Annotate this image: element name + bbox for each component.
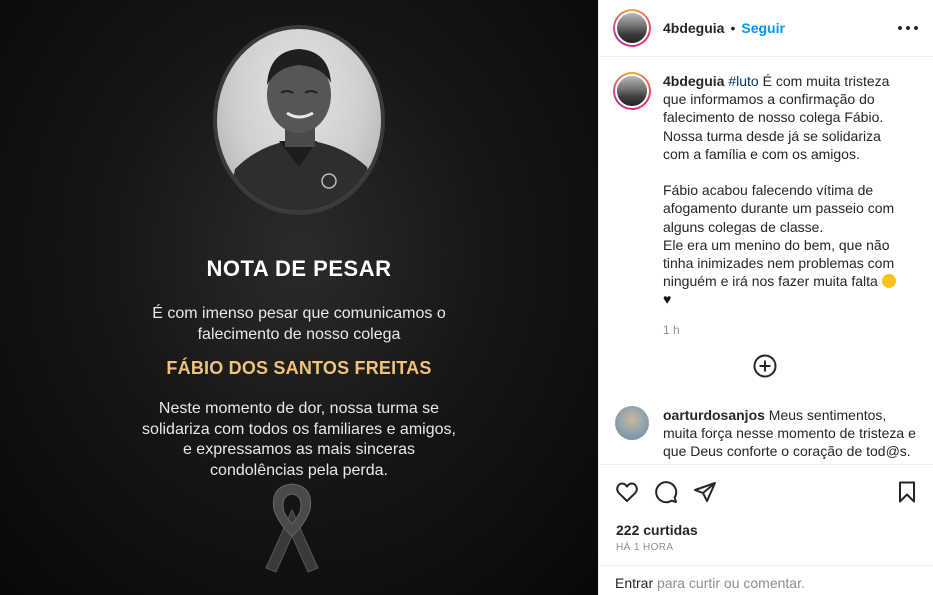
portrait-photo [213, 25, 385, 215]
heart-icon[interactable] [615, 480, 639, 504]
deceased-name: FÁBIO DOS SANTOS FREITAS [166, 358, 432, 378]
post-image[interactable]: NOTA DE PESAR É com imenso pesar que com… [0, 0, 598, 595]
hashtag-link[interactable]: #luto [728, 73, 758, 89]
sad-face-emoji-icon [881, 274, 896, 289]
post-dialog: NOTA DE PESAR É com imenso pesar que com… [0, 0, 933, 595]
separator-dot: • [730, 20, 736, 36]
note-paragraph-1: É com imenso pesar que comunicamos o fal… [152, 305, 446, 343]
black-ribbon-icon [265, 483, 319, 573]
comment-body: oarturdosanjos Meus sentimentos, muita f… [663, 406, 923, 461]
note-paragraph-2: Neste momento de dor, nossa turma se sol… [142, 400, 456, 479]
caption-body: 4bdeguia #luto É com muita tristeza que … [663, 72, 908, 339]
comments-section[interactable]: 4bdeguia #luto É com muita tristeza que … [599, 58, 933, 463]
commenter-avatar[interactable] [615, 406, 649, 440]
note-title: NOTA DE PESAR [206, 256, 392, 281]
caption: 4bdeguia #luto É com muita tristeza que … [613, 72, 923, 339]
share-icon[interactable] [693, 480, 717, 504]
follow-button[interactable]: Seguir [741, 20, 785, 36]
post-sidebar: 4bdeguia • Seguir 4bdeguia #luto É com m… [598, 0, 933, 595]
caption-time[interactable]: 1 h [663, 321, 908, 339]
profile-avatar[interactable] [613, 9, 651, 47]
caption-text-3: Ele era um menino do bem, que não tinha … [663, 236, 895, 290]
load-more-comments-icon[interactable] [753, 354, 777, 378]
add-comment-hint: para curtir ou comentar. [657, 575, 805, 591]
comment-username[interactable]: oarturdosanjos [663, 407, 765, 423]
add-comment-bar: Entrar para curtir ou comentar. [599, 565, 933, 595]
black-heart-emoji-icon: ♥ [663, 291, 672, 308]
more-options-icon[interactable] [898, 20, 918, 36]
post-header: 4bdeguia • Seguir [599, 0, 933, 57]
bookmark-icon[interactable] [895, 480, 919, 504]
post-time[interactable]: HÁ 1 HORA [616, 542, 674, 553]
comment-item: oarturdosanjos Meus sentimentos, muita f… [613, 406, 923, 461]
comment-icon[interactable] [654, 480, 678, 504]
actions-bar: 222 curtidas HÁ 1 HORA Entrar para curti… [599, 464, 933, 595]
caption-text-2: Fábio acabou falecendo vítima de afogame… [663, 182, 895, 235]
login-link[interactable]: Entrar [615, 575, 653, 591]
header-username[interactable]: 4bdeguia [663, 20, 724, 36]
caption-username[interactable]: 4bdeguia [663, 73, 724, 89]
likes-count[interactable]: 222 curtidas [616, 522, 698, 538]
caption-avatar[interactable] [613, 72, 651, 110]
